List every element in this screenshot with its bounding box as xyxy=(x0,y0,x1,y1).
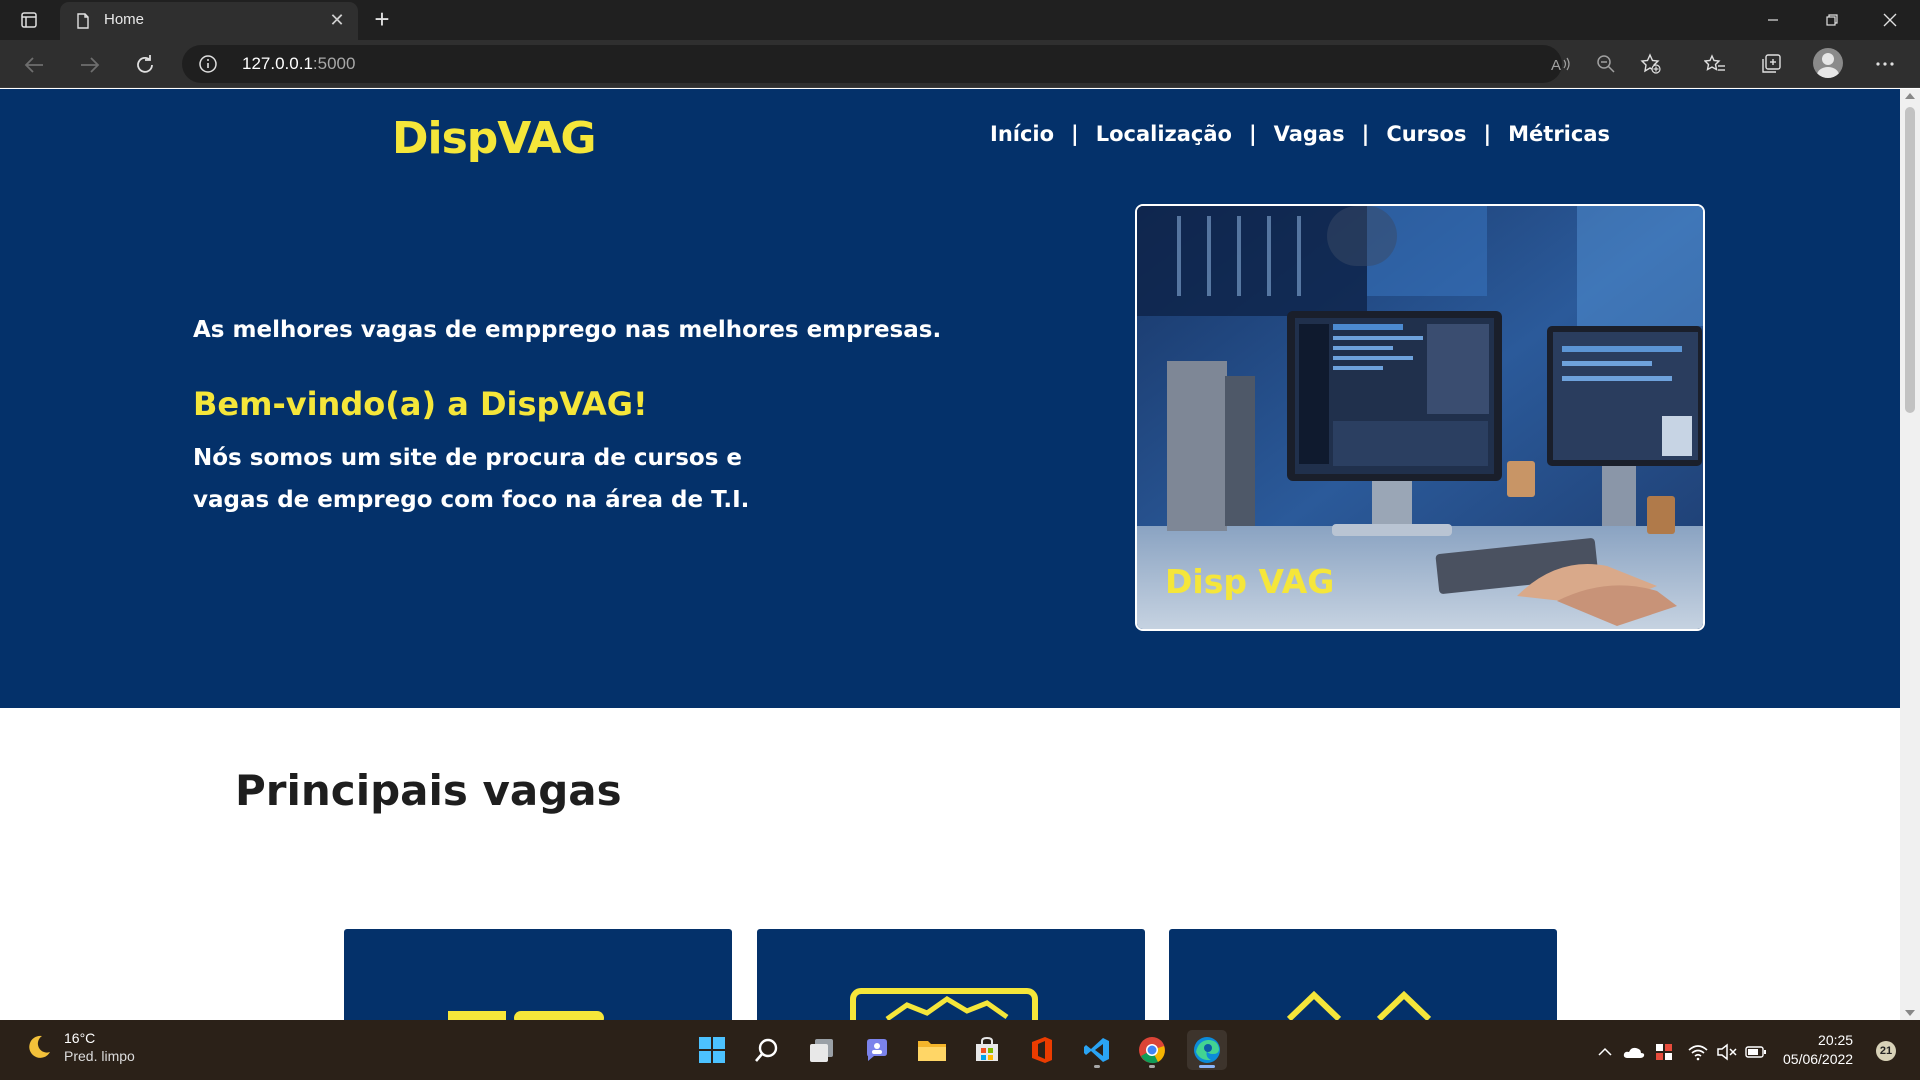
store-icon[interactable] xyxy=(967,1030,1007,1070)
site-info-icon[interactable] xyxy=(198,54,218,74)
page-icon xyxy=(77,13,89,29)
tab-actions-icon[interactable] xyxy=(18,9,40,31)
address-bar[interactable]: 127.0.0.1:5000 xyxy=(182,45,1562,83)
browser-toolbar: 127.0.0.1:5000 A xyxy=(0,40,1920,88)
section-title-principais-vagas: Principais vagas xyxy=(235,766,622,815)
browser-tab-home[interactable]: Home ✕ xyxy=(60,2,358,40)
read-aloud-icon[interactable]: A xyxy=(1547,50,1575,78)
favorites-icon[interactable] xyxy=(1701,50,1729,78)
zoom-out-icon[interactable] xyxy=(1592,50,1620,78)
nav-inicio[interactable]: Início xyxy=(990,122,1054,146)
job-card-icon xyxy=(850,988,1038,1020)
wifi-icon[interactable] xyxy=(1686,1040,1710,1064)
nav-separator: | xyxy=(1483,122,1492,146)
vscode-icon[interactable] xyxy=(1077,1030,1117,1070)
scroll-down-icon[interactable] xyxy=(1905,1010,1915,1016)
page-scrollbar[interactable] xyxy=(1900,89,1920,1020)
scrollbar-thumb[interactable] xyxy=(1905,107,1915,413)
moon-icon xyxy=(29,1035,50,1058)
nav-separator: | xyxy=(1248,122,1257,146)
active-indicator xyxy=(1199,1065,1215,1068)
search-icon[interactable] xyxy=(747,1030,787,1070)
svg-text:A: A xyxy=(1551,57,1561,74)
clock-time: 20:25 xyxy=(1818,1032,1854,1048)
weather-desc: Pred. limpo xyxy=(64,1048,135,1064)
weather-temp: 16°C xyxy=(64,1030,96,1046)
close-window-icon[interactable] xyxy=(1862,0,1918,40)
hero-image: Disp VAG xyxy=(1135,204,1705,631)
nav-vagas[interactable]: Vagas xyxy=(1274,122,1345,146)
add-favorite-icon[interactable] xyxy=(1637,50,1665,78)
nav-separator: | xyxy=(1071,122,1079,146)
running-indicator xyxy=(1149,1065,1155,1068)
browser-tab-bar: Home ✕ + xyxy=(0,0,1920,40)
nav-localizacao[interactable]: Localização xyxy=(1096,122,1232,146)
nav-separator: | xyxy=(1361,122,1370,146)
job-card-icon xyxy=(1286,990,1432,1020)
new-tab-icon[interactable]: + xyxy=(368,6,396,34)
running-indicator xyxy=(1094,1065,1100,1068)
page-viewport: DispVAG Início | Localização | Vagas | C… xyxy=(0,89,1900,1020)
hero-description: Nós somos um site de procura de cursos e… xyxy=(193,437,753,521)
edge-icon[interactable] xyxy=(1187,1030,1227,1070)
profile-avatar[interactable] xyxy=(1813,48,1843,78)
battery-icon[interactable] xyxy=(1744,1040,1768,1064)
collections-icon[interactable] xyxy=(1757,50,1785,78)
start-icon[interactable] xyxy=(692,1030,732,1070)
site-logo[interactable]: DispVAG xyxy=(392,113,597,164)
app-tray-icon[interactable] xyxy=(1652,1040,1676,1064)
url-text: 127.0.0.1:5000 xyxy=(242,54,356,73)
more-options-icon[interactable] xyxy=(1871,50,1899,78)
hero-tagline: As melhores vagas de empprego nas melhor… xyxy=(193,317,942,343)
back-icon[interactable] xyxy=(18,49,50,81)
onedrive-icon[interactable] xyxy=(1622,1040,1646,1064)
hero-description-line: Nós somos um site de procura de cursos e xyxy=(193,445,742,471)
office-icon[interactable] xyxy=(1022,1030,1062,1070)
weather-widget[interactable]: 16°C Pred. limpo xyxy=(24,1030,135,1064)
system-clock[interactable]: 20:25 05/06/2022 xyxy=(1783,1031,1853,1069)
clock-date: 05/06/2022 xyxy=(1783,1051,1854,1067)
forward-icon[interactable] xyxy=(74,49,106,81)
tab-title: Home xyxy=(104,11,145,28)
task-view-icon[interactable] xyxy=(802,1030,842,1070)
file-explorer-icon[interactable] xyxy=(912,1030,952,1070)
close-tab-icon[interactable]: ✕ xyxy=(326,10,348,32)
volume-muted-icon[interactable] xyxy=(1715,1040,1739,1064)
job-card[interactable] xyxy=(1169,929,1557,1020)
scroll-up-icon[interactable] xyxy=(1905,93,1915,99)
chat-icon[interactable] xyxy=(857,1030,897,1070)
windows-taskbar: 16°C Pred. limpo 20:25 05/06/2022 21 xyxy=(0,1020,1920,1080)
chrome-icon[interactable] xyxy=(1132,1030,1172,1070)
hero-welcome-heading: Bem-vindo(a) a DispVAG! xyxy=(193,385,648,423)
minimize-icon[interactable] xyxy=(1745,0,1801,40)
restore-icon[interactable] xyxy=(1804,0,1860,40)
nav-cursos[interactable]: Cursos xyxy=(1386,122,1466,146)
show-hidden-icons-icon[interactable] xyxy=(1593,1040,1617,1064)
notification-badge[interactable]: 21 xyxy=(1876,1041,1896,1061)
main-nav: Início | Localização | Vagas | Cursos | … xyxy=(990,122,1610,146)
job-card[interactable] xyxy=(757,929,1145,1020)
hero-image-logo: Disp VAG xyxy=(1165,562,1335,601)
nav-metricas[interactable]: Métricas xyxy=(1508,122,1610,146)
hero-section: DispVAG Início | Localização | Vagas | C… xyxy=(0,89,1900,708)
job-card[interactable] xyxy=(344,929,732,1020)
hero-description-line: vagas de emprego com foco na área de T.I… xyxy=(193,487,750,513)
refresh-icon[interactable] xyxy=(129,49,161,81)
job-card-icon xyxy=(448,1011,604,1020)
